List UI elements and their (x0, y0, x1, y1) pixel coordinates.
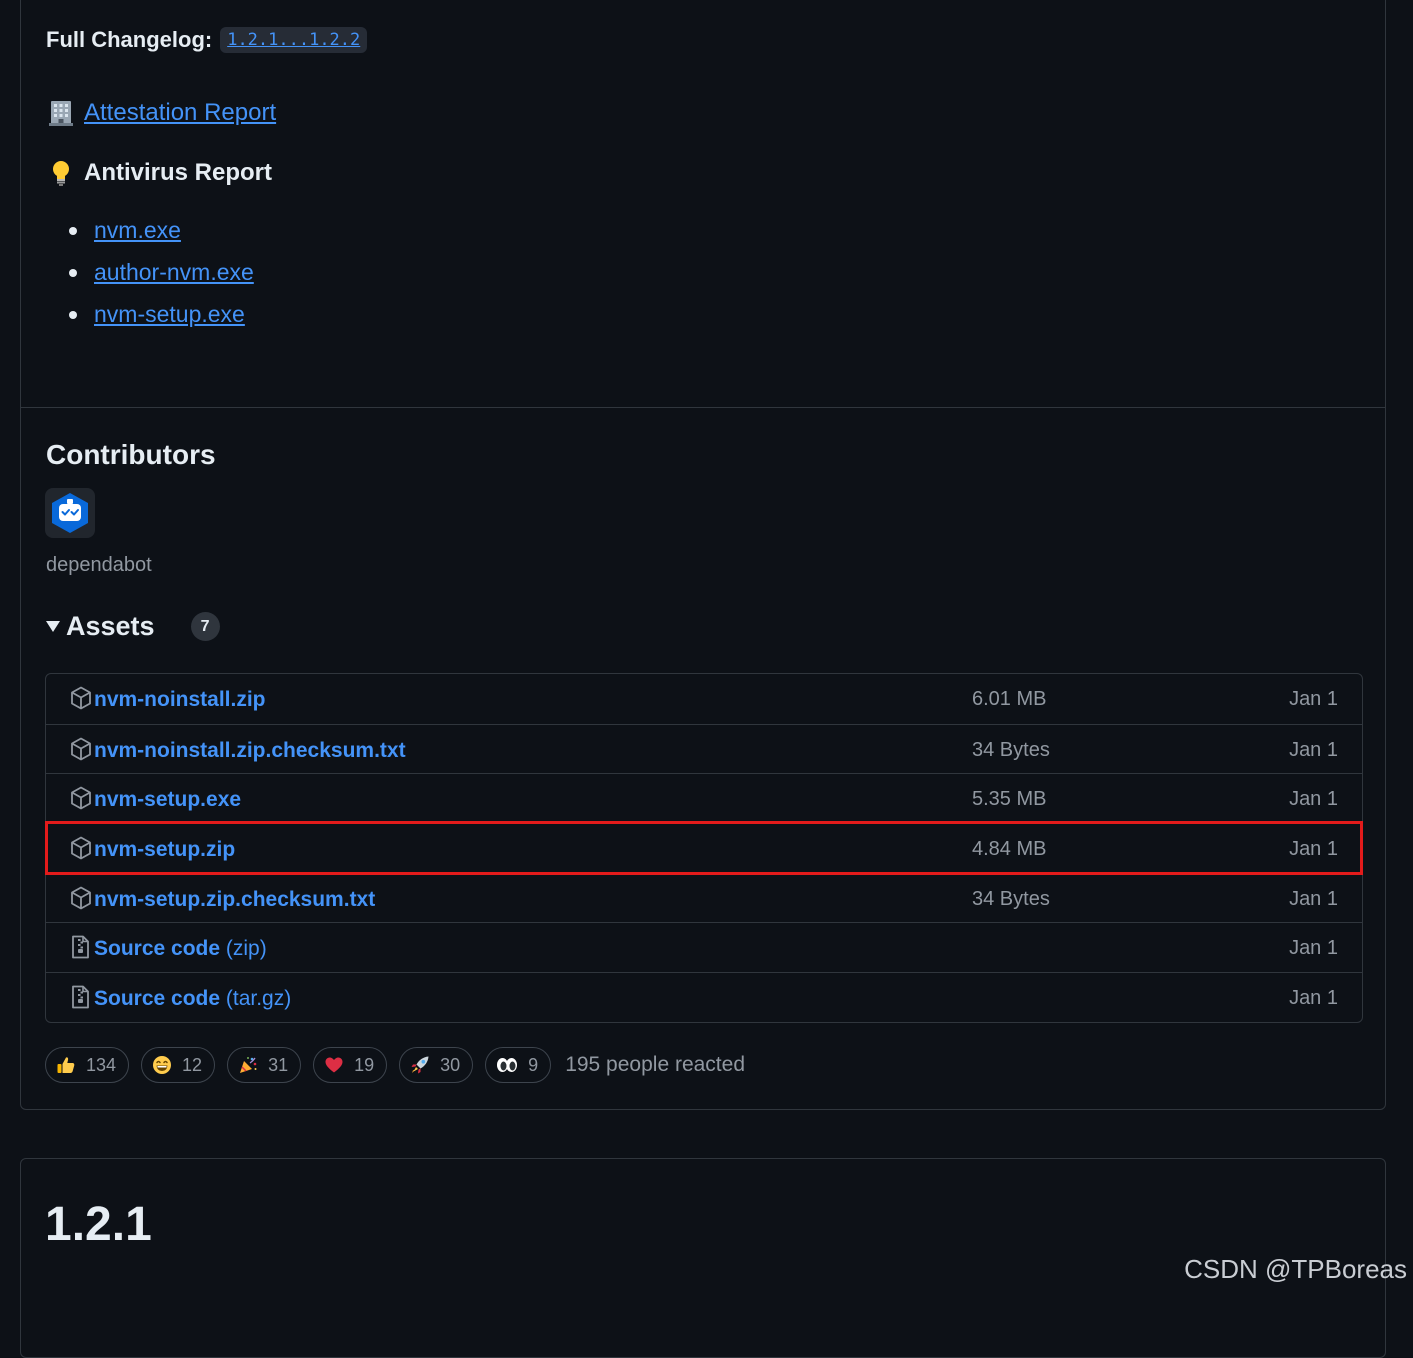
reaction-count: 19 (354, 1054, 375, 1075)
asset-date: Jan 1 (1289, 788, 1338, 811)
antivirus-link-author-nvm-exe[interactable]: author-nvm.exe (94, 259, 254, 285)
asset-date: Jan 1 (1289, 937, 1338, 960)
dependabot-icon (52, 493, 88, 533)
asset-size: 34 Bytes (972, 887, 1050, 910)
attestation-report-link[interactable]: Attestation Report (84, 99, 276, 127)
reaction-button[interactable]: 12 (141, 1047, 216, 1083)
asset-size: 4.84 MB (972, 838, 1047, 861)
reaction-count: 9 (528, 1054, 539, 1075)
asset-size: 6.01 MB (972, 688, 1047, 710)
package-icon (70, 886, 92, 910)
reaction-count: 30 (440, 1054, 461, 1075)
table-row: nvm-setup.exe 5.35 MB Jan 1 (46, 773, 1362, 823)
table-row: Source code (tar.gz) Jan 1 (46, 972, 1362, 1022)
list-item: nvm.exe (61, 216, 254, 258)
table-row: nvm-noinstall.zip.checksum.txt 34 Bytes Ja… (46, 723, 1362, 774)
antivirus-report-title: Antivirus Report (84, 159, 273, 186)
eyes-icon (496, 1055, 518, 1075)
reaction-count: 12 (182, 1054, 203, 1075)
antivirus-link-nvm-exe[interactable]: nvm.exe (94, 217, 181, 243)
asset-link[interactable]: Source code (zip) (94, 937, 267, 961)
thumbs-up-icon (56, 1055, 76, 1075)
asset-link[interactable]: nvm-setup.zip (94, 838, 235, 862)
asset-link[interactable]: Source code (tar.gz) (94, 987, 291, 1011)
reaction-button[interactable]: 31 (227, 1047, 302, 1083)
asset-link[interactable]: nvm-setup.zip.checksum.txt (94, 888, 375, 912)
file-zip-icon (70, 985, 92, 1009)
asset-name: Source code (94, 987, 221, 1011)
heart-icon (324, 1055, 344, 1075)
list-item: nvm-setup.exe (61, 300, 254, 342)
assets-list: nvm-noinstall.zip 6.01 MB Jan 1 nvm-noinsta… (45, 673, 1363, 1023)
avatar[interactable] (45, 488, 95, 538)
table-row: nvm-noinstall.zip 6.01 MB Jan 1 (46, 674, 1362, 724)
laugh-icon (152, 1055, 172, 1075)
rocket-icon (410, 1055, 430, 1075)
asset-name: nvm-noinstall.zip.checksum.txt (94, 738, 406, 762)
section-divider (21, 407, 1385, 408)
reaction-button[interactable]: 19 (313, 1047, 388, 1083)
antivirus-link-nvm-setup-exe[interactable]: nvm-setup.exe (94, 301, 245, 327)
reaction-button[interactable]: 134 (45, 1047, 130, 1083)
contributors-title: Contributors (46, 439, 216, 470)
asset-name: nvm-noinstall.zip (94, 688, 266, 711)
asset-link[interactable]: nvm-setup.exe (94, 788, 241, 812)
triangle-down-icon (46, 621, 60, 632)
asset-date: Jan 1 (1289, 738, 1338, 761)
table-row: nvm-setup.zip 4.84 MB Jan 1 (46, 823, 1362, 873)
asset-name: Source code (94, 937, 221, 961)
table-row: nvm-setup.zip.checksum.txt 34 Bytes Jan 1 (46, 872, 1362, 923)
asset-link[interactable]: nvm-noinstall.zip (94, 688, 266, 712)
next-release-card: 1.2.1 (20, 1158, 1386, 1358)
reaction-count: 31 (268, 1054, 289, 1075)
asset-name: nvm-setup.zip.checksum.txt (94, 887, 376, 911)
package-icon (70, 786, 92, 810)
asset-date: Jan 1 (1289, 987, 1338, 1010)
full-changelog: Full Changelog: 1.2.1...1.2.2 (46, 27, 368, 53)
release-card: Full Changelog: 1.2.1...1.2.2 Attestatio… (20, 0, 1386, 1110)
asset-link[interactable]: nvm-noinstall.zip.checksum.txt (94, 739, 406, 763)
asset-suffix: (zip) (220, 937, 267, 961)
table-row: Source code (zip) Jan 1 (46, 922, 1362, 972)
asset-date: Jan 1 (1289, 838, 1338, 861)
asset-name: nvm-setup.zip (94, 838, 236, 862)
assets-title: Assets (66, 611, 155, 641)
package-icon (70, 836, 92, 860)
hooray-icon (238, 1055, 258, 1075)
reactions-summary[interactable]: 195 people reacted (565, 1053, 745, 1077)
assets-toggle[interactable]: Assets 7 (46, 611, 220, 642)
reaction-button[interactable]: 9 (485, 1047, 552, 1083)
list-item: author-nvm.exe (61, 258, 254, 300)
asset-name: nvm-setup.exe (94, 788, 242, 812)
changelog-compare-link[interactable]: 1.2.1...1.2.2 (220, 27, 368, 53)
assets-count-badge: 7 (190, 612, 220, 641)
release-version-title[interactable]: 1.2.1 (45, 1197, 152, 1252)
antivirus-heading: Antivirus Report (48, 159, 272, 187)
reaction-button[interactable]: 30 (399, 1047, 474, 1083)
asset-size: 5.35 MB (972, 788, 1047, 811)
asset-date: Jan 1 (1289, 688, 1338, 710)
file-zip-icon (70, 935, 92, 959)
reactions-bar: 134 12 31 19 30 9 195 people reacted (45, 1047, 745, 1083)
watermark: CSDN @TPBoreas (1184, 1254, 1407, 1284)
contributor-name[interactable]: dependabot (46, 554, 152, 577)
asset-suffix: (tar.gz) (220, 987, 292, 1011)
package-icon (70, 686, 92, 710)
light-bulb-icon (48, 160, 74, 186)
asset-date: Jan 1 (1289, 887, 1338, 910)
asset-size: 34 Bytes (972, 738, 1050, 761)
reaction-count: 134 (86, 1054, 117, 1075)
antivirus-list: nvm.exe author-nvm.exe nvm-setup.exe (61, 216, 254, 342)
attestation-heading: Attestation Report (48, 99, 276, 127)
changelog-label: Full Changelog: (46, 27, 213, 52)
office-building-icon (48, 100, 74, 126)
package-icon (70, 737, 92, 761)
